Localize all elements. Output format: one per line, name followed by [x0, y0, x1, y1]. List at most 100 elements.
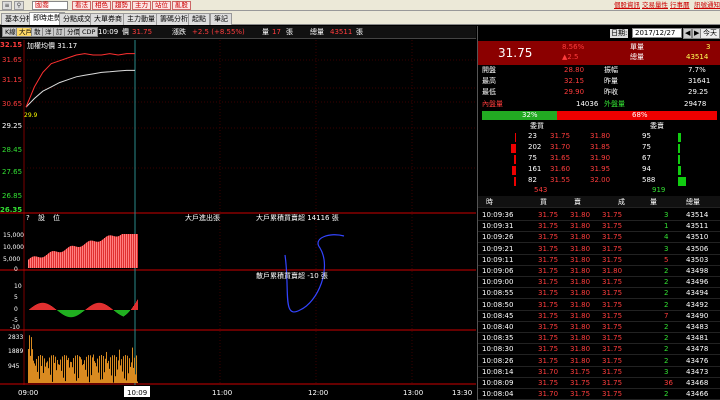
- big-order-bar: [84, 244, 85, 268]
- menu-position[interactable]: 站位: [152, 1, 171, 10]
- tab-start[interactable]: 起點: [188, 13, 210, 25]
- volume-bar: [95, 362, 96, 383]
- big-order-bar: [82, 245, 83, 268]
- big-order-bar: [37, 256, 38, 268]
- today-button[interactable]: 今天: [700, 28, 720, 39]
- volume-bar: [58, 364, 59, 383]
- tab-bigorder[interactable]: 大單券商: [90, 13, 126, 25]
- big-order-bar: [93, 240, 94, 268]
- big-order-bar: [92, 240, 93, 268]
- volume-bar: [28, 349, 29, 383]
- big-order-bar: [43, 256, 44, 268]
- big-order-bar: [120, 235, 121, 268]
- retail-bar: [117, 310, 118, 314]
- retail-bar: [126, 310, 127, 315]
- volume-bar: [83, 363, 84, 383]
- date-picker[interactable]: 2017/12/27: [632, 28, 682, 38]
- retail-bar: [133, 306, 134, 310]
- retail-bar: [118, 310, 119, 314]
- x-label: 13:30: [452, 389, 472, 397]
- big-order-bar: [57, 251, 58, 268]
- total-label: 總量: [310, 28, 324, 36]
- volume-bar: [76, 380, 77, 383]
- retail-bar: [69, 310, 70, 318]
- p4-y: 1889: [8, 348, 23, 355]
- link-calendar[interactable]: 行事曆: [670, 1, 690, 10]
- bid-qty: 75: [528, 154, 537, 162]
- link-stock-info[interactable]: 個股資訊: [614, 1, 640, 10]
- menu-view[interactable]: 看法: [72, 1, 91, 10]
- volume-bar: [136, 355, 137, 383]
- big-order-bar: [35, 256, 36, 268]
- volume-bar: [109, 368, 110, 383]
- y-label: 29.25: [2, 122, 22, 130]
- stat-label: 最低: [482, 88, 496, 96]
- ask-qty: 95: [642, 132, 651, 140]
- date-prev[interactable]: ◀: [683, 28, 693, 39]
- big-order-bar: [111, 235, 112, 268]
- volume-bar: [39, 378, 40, 383]
- big-order-bar: [59, 252, 60, 268]
- big-order-bar: [121, 234, 122, 268]
- retail-bar: [61, 310, 62, 314]
- ask-total: 919: [652, 186, 666, 194]
- link-signal[interactable]: 訊號通知: [694, 1, 720, 10]
- retail-bar: [102, 303, 103, 310]
- menu-main[interactable]: 主力: [132, 1, 151, 10]
- btn-cdp[interactable]: CDP: [79, 27, 99, 37]
- tab-notes[interactable]: 筆記: [210, 13, 232, 25]
- panel2-btn-help[interactable]: ?: [26, 214, 30, 222]
- retail-bar: [104, 304, 105, 310]
- volume-bar: [87, 376, 88, 383]
- volume-bar: [67, 360, 68, 383]
- volume-bar: [53, 355, 54, 383]
- trade-row: 10:08:40 31.75 31.80 31.75 2 43483: [478, 321, 720, 333]
- big-order-bar: [72, 245, 73, 268]
- big-order-bar: [31, 257, 32, 268]
- menu-random[interactable]: 亂股: [172, 1, 191, 10]
- trade-row: 10:09:06 31.75 31.80 31.80 2 43498: [478, 265, 720, 277]
- retail-bar: [119, 310, 120, 315]
- big-order-bar: [128, 234, 129, 268]
- volume-bar: [62, 356, 63, 383]
- p3-y: 0: [14, 306, 18, 313]
- intraday-chart[interactable]: 32.15 31.65 31.15 30.65 29.25 28.45 27.6…: [0, 40, 476, 400]
- toolbar-total: 43511: [330, 28, 353, 36]
- search-icon[interactable]: ⚲: [14, 1, 24, 10]
- volume-bar: [133, 367, 134, 383]
- big-order-bar: [99, 241, 100, 268]
- big-order-bar: [125, 234, 126, 268]
- retail-bar: [134, 304, 135, 310]
- stock-name-field[interactable]: 國喬: [32, 1, 68, 10]
- big-order-bar: [73, 245, 74, 268]
- volume-bar: [135, 374, 136, 383]
- volume-bar: [33, 360, 34, 383]
- retail-bar: [112, 309, 113, 310]
- link-trade[interactable]: 交易量性: [642, 1, 668, 10]
- volume-bar: [85, 369, 86, 383]
- big-order-bar: [116, 236, 117, 268]
- toolbar-vol: 17: [272, 28, 281, 36]
- retail-bar: [31, 307, 32, 310]
- retail-bar: [54, 308, 55, 310]
- bid-qty: 161: [528, 165, 542, 173]
- panel2-btn-settings[interactable]: 設: [38, 213, 45, 222]
- volume-bar: [77, 355, 78, 383]
- menu-color[interactable]: 相色: [92, 1, 111, 10]
- big-price: 31.75: [498, 46, 533, 60]
- y-label: 27.65: [2, 168, 22, 176]
- volume-bar: [38, 356, 39, 383]
- panel2-btn-position[interactable]: 位: [53, 213, 60, 222]
- retail-bar: [80, 310, 81, 314]
- stat-label: 振幅: [604, 66, 618, 74]
- stat-label: 昨收: [604, 88, 618, 96]
- tab-main-force[interactable]: 主力動量: [123, 13, 159, 25]
- bid-depth-bar: [513, 177, 516, 186]
- volume-bar: [108, 360, 109, 383]
- big-order-bar: [102, 239, 103, 268]
- tab-chip[interactable]: 籌碼分析: [156, 13, 192, 25]
- menu-icon[interactable]: ≡: [2, 1, 12, 10]
- big-order-bar: [38, 257, 39, 268]
- menu-trend[interactable]: 趨勢: [112, 1, 131, 10]
- trade-row: 10:08:55 31.75 31.80 31.75 2 43494: [478, 287, 720, 300]
